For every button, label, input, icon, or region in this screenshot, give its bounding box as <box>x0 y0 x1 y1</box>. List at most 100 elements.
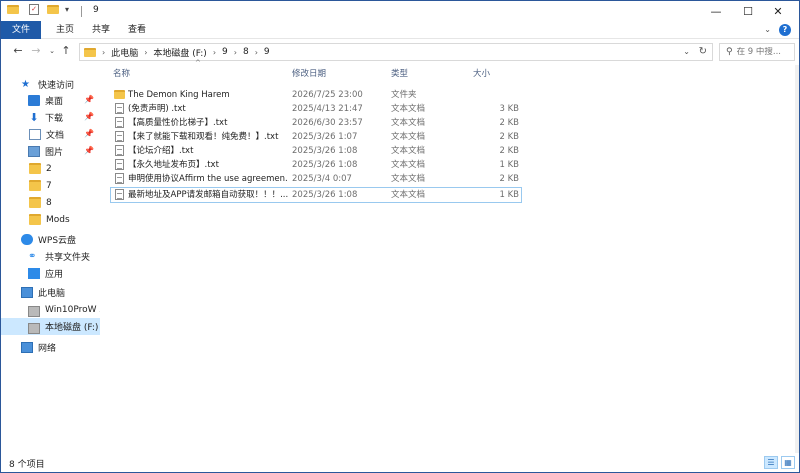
search-input[interactable] <box>736 47 797 57</box>
share-icon: ⚭ <box>28 251 37 262</box>
nav-quick-access[interactable]: ★ 快速访问 <box>1 76 100 93</box>
file-date: 2025/4/13 21:47 <box>292 104 363 114</box>
breadcrumb-9-current[interactable]: 9 <box>264 47 270 57</box>
forward-arrow-icon[interactable]: → <box>29 44 43 58</box>
document-icon <box>29 129 41 140</box>
nav-label: 桌面 <box>45 97 64 107</box>
maximize-button[interactable]: ☐ <box>733 1 763 21</box>
search-box[interactable]: ⚲ <box>719 43 797 61</box>
nav-drive-f[interactable]: 本地磁盘 (F:) <box>1 318 100 335</box>
pin-icon: 📌 <box>84 146 94 155</box>
nav-folder-mods[interactable]: Mods <box>1 211 100 228</box>
file-date: 2026/7/25 23:00 <box>292 90 363 100</box>
address-bar[interactable]: › 此电脑 › 本地磁盘 (F:) › 9 › 8 › 9 ⌄ ↻ <box>79 43 713 61</box>
nav-folder-7[interactable]: 7 <box>1 177 100 194</box>
search-icon: ⚲ <box>726 47 733 57</box>
tab-share[interactable]: 共享 <box>85 21 117 39</box>
nav-desktop[interactable]: 桌面 📌 <box>1 92 100 109</box>
help-icon[interactable]: ? <box>779 24 791 36</box>
file-row[interactable]: 申明使用协议Affirm the use agreemen... 2025/3/… <box>111 172 521 186</box>
file-row[interactable]: 【论坛介绍】.txt 2025/3/26 1:08 文本文档 2 KB <box>111 144 521 158</box>
file-row[interactable]: 【永久地址发布页】.txt 2025/3/26 1:08 文本文档 1 KB <box>111 158 521 172</box>
column-header-size[interactable]: 大小 <box>473 66 521 82</box>
chevron-right-icon[interactable]: › <box>144 48 147 57</box>
text-file-icon <box>115 145 124 156</box>
nav-label: WPS云盘 <box>38 236 77 246</box>
address-dropdown-icon[interactable]: ⌄ <box>683 47 690 56</box>
back-arrow-icon[interactable]: ← <box>11 44 25 58</box>
pin-icon: 📌 <box>84 95 94 104</box>
column-header-date[interactable]: 修改日期 <box>292 66 387 82</box>
file-size: 2 KB <box>499 146 519 156</box>
file-type: 文本文档 <box>391 160 426 170</box>
recent-locations-icon[interactable]: ⌄ <box>45 44 59 58</box>
chevron-right-icon[interactable]: › <box>255 48 258 57</box>
new-folder-icon[interactable] <box>47 5 59 14</box>
breadcrumb-9[interactable]: 9 <box>222 47 228 57</box>
chevron-right-icon[interactable]: › <box>213 48 216 57</box>
ribbon-tabs: 文件 主页 共享 查看 ⌄ ? <box>1 21 799 39</box>
file-row[interactable]: (免责声明) .txt 2025/4/13 21:47 文本文档 3 KB <box>111 102 521 116</box>
file-name: 【高质量性价比梯子】.txt <box>128 118 228 128</box>
nav-apps[interactable]: 应用 <box>1 265 100 282</box>
nav-folder-8[interactable]: 8 <box>1 194 100 211</box>
file-row[interactable]: 【高质量性价比梯子】.txt 2026/6/30 23:57 文本文档 2 KB <box>111 116 521 130</box>
nav-pictures[interactable]: 图片 📌 <box>1 143 100 160</box>
file-type: 文本文档 <box>391 132 426 142</box>
properties-icon[interactable]: ✓ <box>29 4 39 15</box>
star-icon: ★ <box>21 79 30 90</box>
details-view-icon[interactable]: ☰ <box>764 456 778 469</box>
expand-ribbon-icon[interactable]: ⌄ <box>764 25 771 34</box>
pin-icon: 📌 <box>84 112 94 121</box>
file-row[interactable]: The Demon King Harem 2026/7/25 23:00 文件夹 <box>111 88 521 102</box>
customize-qa-icon[interactable]: ▾ <box>65 5 69 14</box>
file-name: 最新地址及APP请发邮箱自动获取！！！... <box>128 190 288 200</box>
file-name: The Demon King Harem <box>128 90 230 100</box>
text-file-icon <box>115 117 124 128</box>
item-count: 8 个项目 <box>9 460 45 470</box>
nav-documents[interactable]: 文档 📌 <box>1 126 100 143</box>
minimize-button[interactable]: — <box>701 1 731 21</box>
nav-network[interactable]: 网络 <box>1 339 100 356</box>
column-header-name[interactable]: 名称 <box>113 66 283 82</box>
nav-wps-cloud[interactable]: WPS云盘 <box>1 231 100 248</box>
chevron-right-icon[interactable]: › <box>102 48 105 57</box>
breadcrumb-drive-f[interactable]: 本地磁盘 (F:) <box>153 46 206 59</box>
nav-drive-c[interactable]: Win10ProW X6 <box>1 301 100 318</box>
nav-downloads[interactable]: ⬇ 下载 📌 <box>1 109 100 126</box>
breadcrumb-this-pc[interactable]: 此电脑 <box>111 46 138 59</box>
file-name: 【论坛介绍】.txt <box>128 146 194 156</box>
chevron-right-icon[interactable]: › <box>234 48 237 57</box>
tab-view[interactable]: 查看 <box>121 21 153 39</box>
file-row[interactable]: 【来了就能下载和观看！纯免费！】.txt 2025/3/26 1:07 文本文档… <box>111 130 521 144</box>
nav-label: 网络 <box>38 344 57 354</box>
apps-icon <box>28 268 40 279</box>
nav-label: 本地磁盘 (F:) <box>45 323 99 333</box>
tab-file[interactable]: 文件 <box>1 21 41 39</box>
folder-icon <box>29 163 41 174</box>
file-size: 2 KB <box>499 132 519 142</box>
file-date: 2025/3/26 1:08 <box>292 146 358 156</box>
file-date: 2025/3/26 1:08 <box>292 160 358 170</box>
title-separator <box>81 6 82 17</box>
file-row[interactable]: 最新地址及APP请发邮箱自动获取！！！... 2025/3/26 1:08 文本… <box>110 187 522 203</box>
large-icons-view-icon[interactable]: ▦ <box>781 456 795 469</box>
column-header-type[interactable]: 类型 <box>391 66 471 82</box>
nav-folder-2[interactable]: 2 <box>1 160 100 177</box>
nav-label: Win10ProW X6 <box>45 304 100 315</box>
nav-label: 应用 <box>45 270 64 280</box>
status-bar: 8 个项目 ☰ ▦ <box>1 453 799 473</box>
nav-label: 下载 <box>45 114 64 124</box>
nav-this-pc[interactable]: 此电脑 <box>1 284 100 301</box>
nav-shared-folder[interactable]: ⚭ 共享文件夹 <box>1 248 100 265</box>
drive-icon <box>28 322 40 334</box>
navigation-bar: ← → ⌄ ↑ › 此电脑 › 本地磁盘 (F:) › 9 › 8 › 9 ⌄ … <box>1 39 799 65</box>
up-arrow-icon[interactable]: ↑ <box>59 44 73 58</box>
explorer-window: ✓ ▾ 9 — ☐ ✕ 文件 主页 共享 查看 ⌄ ? ← → ⌄ ↑ › 此电… <box>0 0 800 473</box>
file-size: 2 KB <box>499 174 519 184</box>
close-button[interactable]: ✕ <box>763 1 793 21</box>
title-bar: ✓ ▾ 9 — ☐ ✕ <box>1 1 799 21</box>
tab-home[interactable]: 主页 <box>49 21 81 39</box>
breadcrumb-8[interactable]: 8 <box>243 47 249 57</box>
refresh-icon[interactable]: ↻ <box>699 46 707 57</box>
